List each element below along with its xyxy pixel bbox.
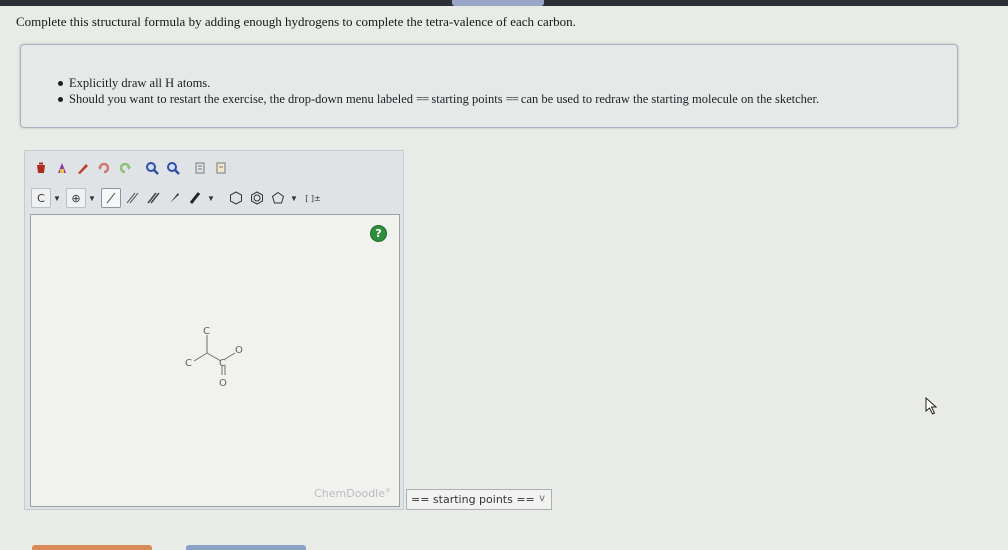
info-box: Explicitly draw all H atoms. Should you … [20,44,958,128]
atom-selector-button[interactable]: C [31,188,51,208]
info-item-draw-h: Explicitly draw all H atoms. [58,75,819,91]
undo-icon[interactable] [94,158,114,178]
ring-hexagon-icon[interactable] [226,188,246,208]
info-item-restart: Should you want to restart the exercise,… [58,91,819,107]
chemdoodle-watermark: ChemDoodle® [314,487,391,500]
chevron-down-icon[interactable]: ▼ [289,194,299,203]
chevron-down-icon[interactable]: ▼ [87,194,97,203]
redo-icon[interactable] [115,158,135,178]
wedge-bond-icon[interactable] [164,188,184,208]
clear-icon[interactable] [31,158,51,178]
chevron-down-icon[interactable]: ▼ [206,194,216,203]
atom-label: O [235,345,243,356]
atom-label: O [219,378,227,389]
zoom-out-icon[interactable] [163,158,183,178]
molecule-structure: C C C O O [185,326,243,389]
bottom-button-orange[interactable] [32,545,152,550]
bracket-charge-button[interactable]: [ ]± [303,188,323,208]
drawing-canvas[interactable]: ? C C C O O ChemDoodle® [30,214,400,507]
single-bond-icon[interactable] [101,188,121,208]
starting-points-dropdown[interactable]: == starting points == v [406,489,552,510]
atom-label: C [219,358,226,369]
charge-button[interactable]: ⊕ [66,188,86,208]
pencil-icon[interactable] [73,158,93,178]
copy-icon[interactable] [190,158,210,178]
references-tab[interactable] [452,0,544,6]
paste-icon[interactable] [211,158,231,178]
chevron-down-icon[interactable]: ▼ [52,194,62,203]
info-list: Explicitly draw all H atoms. Should you … [58,75,819,107]
chem-sketcher: C ▼ ⊕ ▼ ▼ ▼ [ ]± ? C C C O O ChemDoodle® [24,150,404,510]
chevron-down-icon: v [539,493,545,504]
bond [193,352,208,362]
bottom-button-blue[interactable] [186,545,306,550]
triple-bond-icon[interactable] [143,188,163,208]
zoom-in-icon[interactable] [142,158,162,178]
atom-label: C [203,326,210,337]
instruction-text: Complete this structural formula by addi… [16,14,576,29]
erase-icon[interactable] [52,158,72,178]
atom-label: C [185,358,192,369]
toolbar-row-2: C ▼ ⊕ ▼ ▼ ▼ [ ]± [31,187,324,209]
bullet-icon [58,97,63,102]
toolbar-row-1 [31,157,232,179]
mouse-cursor-icon [925,397,938,415]
ring-pentagon-icon[interactable] [268,188,288,208]
ring-benzene-icon[interactable] [247,188,267,208]
top-bar [0,0,1008,6]
help-icon[interactable]: ? [370,225,387,242]
bond [224,352,236,360]
bold-bond-icon[interactable] [185,188,205,208]
double-bond-icon[interactable] [122,188,142,208]
dropdown-selected-value: == starting points == [411,493,535,506]
bullet-icon [58,81,63,86]
